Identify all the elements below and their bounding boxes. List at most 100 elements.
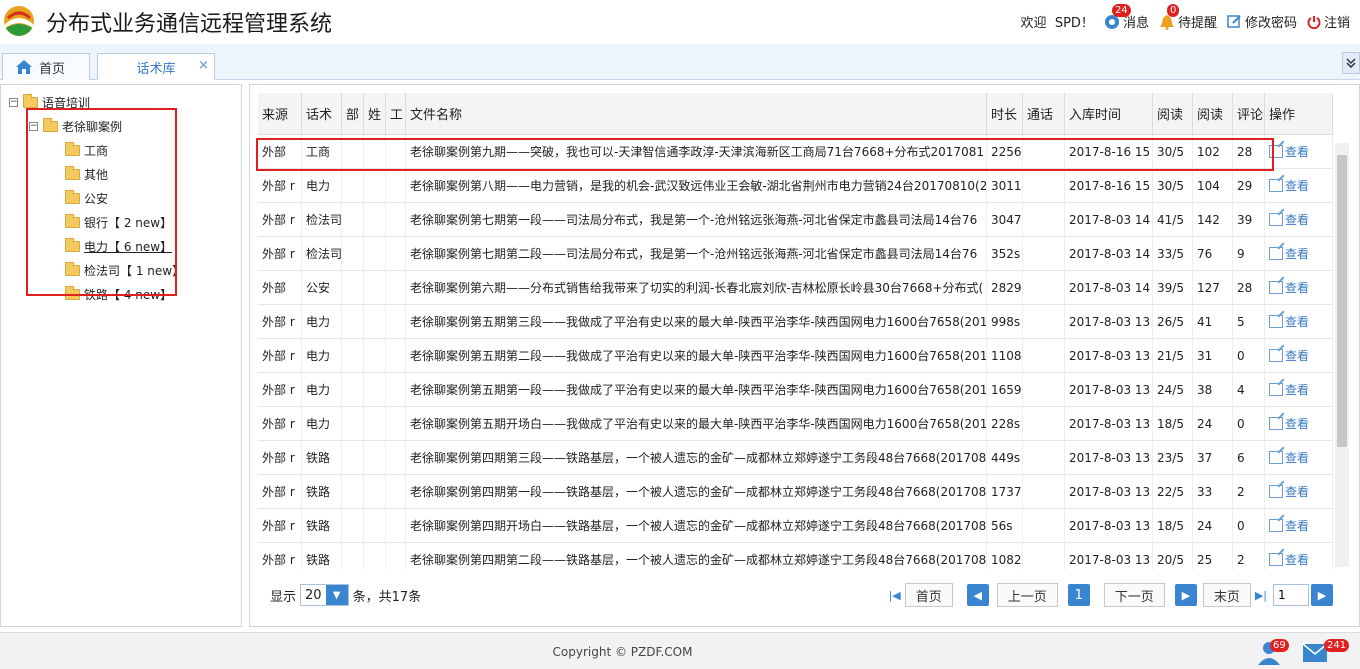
view-button[interactable]: 查看 bbox=[1269, 415, 1309, 432]
view-button[interactable]: 查看 bbox=[1269, 211, 1309, 228]
cell-date: 2017-8-03 13 bbox=[1065, 305, 1153, 338]
column-header[interactable]: 工 bbox=[386, 93, 406, 134]
cell-file: 老徐聊案例第五期第一段——我做成了平治有史以来的最大单-陕西平治李华-陕西国网电… bbox=[406, 373, 987, 406]
view-button[interactable]: 查看 bbox=[1269, 177, 1309, 194]
cell-dur: 56s bbox=[987, 509, 1023, 542]
view-button[interactable]: 查看 bbox=[1269, 245, 1309, 262]
cell-rc: 76 bbox=[1193, 237, 1233, 270]
column-header[interactable]: 时长 bbox=[987, 93, 1023, 134]
tab-home[interactable]: 首页 bbox=[2, 53, 90, 80]
prev-page-button[interactable]: 上一页 bbox=[996, 583, 1058, 607]
cell-read: 21/5 bbox=[1153, 339, 1193, 372]
cell-read: 39/5 bbox=[1153, 271, 1193, 304]
view-button[interactable]: 查看 bbox=[1269, 279, 1309, 296]
view-label: 查看 bbox=[1285, 315, 1310, 329]
column-header[interactable]: 部 bbox=[342, 93, 364, 134]
table-row[interactable]: 外部 r 铁路 老徐聊案例第四期开场白——铁路基层，一个被人遗忘的金矿—成都林立郑婷… bbox=[258, 509, 1333, 543]
table-row[interactable]: 外部 r 检法司 老徐聊案例第七期第一段——司法局分布式，我是第一个-沧州铭远张海燕… bbox=[258, 203, 1333, 237]
column-header[interactable]: 话术 bbox=[302, 93, 342, 134]
view-button[interactable]: 查看 bbox=[1269, 381, 1309, 398]
table-row[interactable]: 外部 r 电力 老徐聊案例第五期第一段——我做成了平治有史以来的最大单-陕西平治李华… bbox=[258, 373, 1333, 407]
column-header[interactable]: 姓 bbox=[364, 93, 386, 134]
table-row[interactable]: 外部 r 电力 老徐聊案例第五期开场白——我做成了平治有史以来的最大单-陕西平治李华… bbox=[258, 407, 1333, 441]
column-header[interactable]: 阅读 bbox=[1193, 93, 1233, 134]
cell-rc: 24 bbox=[1193, 407, 1233, 440]
cell-cm: 2 bbox=[1233, 543, 1265, 570]
view-button[interactable]: 查看 bbox=[1269, 347, 1309, 364]
column-header[interactable]: 通话 bbox=[1023, 93, 1065, 134]
column-header[interactable]: 评论 bbox=[1233, 93, 1265, 134]
prev-page-icon[interactable]: ◀ bbox=[966, 584, 989, 606]
cell-date: 2017-8-03 13 bbox=[1065, 441, 1153, 474]
first-page-button[interactable]: 首页 bbox=[904, 583, 953, 607]
cell-date: 2017-8-03 13 bbox=[1065, 543, 1153, 570]
go-page-icon[interactable]: ▶ bbox=[1311, 584, 1333, 606]
view-button[interactable]: 查看 bbox=[1269, 483, 1309, 500]
cell-date: 2017-8-03 13 bbox=[1065, 475, 1153, 508]
collapse-icon[interactable]: − bbox=[9, 97, 18, 107]
view-button[interactable]: 查看 bbox=[1269, 143, 1309, 160]
cell-rc: 25 bbox=[1193, 543, 1233, 570]
cell-empty bbox=[386, 543, 406, 570]
table-row[interactable]: 外部 r 电力 老徐聊案例第五期第二段——我做成了平治有史以来的最大单-陕西平治李华… bbox=[258, 339, 1333, 373]
page-size-select[interactable]: 20 ▼ bbox=[300, 584, 349, 606]
next-page-icon[interactable]: ▶ bbox=[1174, 584, 1197, 606]
table-row[interactable]: 外部 r 铁路 老徐聊案例第四期第三段——铁路基层，一个被人遗忘的金矿—成都林立郑婷… bbox=[258, 441, 1333, 475]
view-button[interactable]: 查看 bbox=[1269, 551, 1309, 568]
cell-rc: 142 bbox=[1193, 203, 1233, 236]
home-icon bbox=[16, 60, 32, 74]
reminders-link[interactable]: 0 待提醒 bbox=[1159, 4, 1217, 31]
cell-date: 2017-8-03 13 bbox=[1065, 373, 1153, 406]
change-password-link[interactable]: 修改密码 bbox=[1227, 12, 1297, 31]
cell-file: 老徐聊案例第五期开场白——我做成了平治有史以来的最大单-陕西平治李华-陕西国网电… bbox=[406, 407, 987, 440]
vertical-scrollbar[interactable] bbox=[1335, 143, 1349, 567]
cell-cm: 0 bbox=[1233, 407, 1265, 440]
collapse-button[interactable] bbox=[1342, 52, 1360, 74]
cell-cm: 0 bbox=[1233, 509, 1265, 542]
cell-cm: 39 bbox=[1233, 203, 1265, 236]
cell-cm: 4 bbox=[1233, 373, 1265, 406]
table-row[interactable]: 外部 r 电力 老徐聊案例第五期第三段——我做成了平治有史以来的最大单-陕西平治李华… bbox=[258, 305, 1333, 339]
cell-src: 外部 r bbox=[258, 339, 302, 372]
cell-empty bbox=[386, 475, 406, 508]
cell-cat: 铁路 bbox=[302, 543, 342, 570]
cell-empty bbox=[1023, 237, 1065, 270]
copyright-text: Copyright © PZDF.COM bbox=[552, 645, 693, 659]
cell-empty bbox=[386, 237, 406, 270]
next-page-button[interactable]: 下一页 bbox=[1103, 583, 1165, 607]
table-row[interactable]: 外部 r 铁路 老徐聊案例第四期第一段——铁路基层，一个被人遗忘的金矿—成都林立郑婷… bbox=[258, 475, 1333, 509]
view-button[interactable]: 查看 bbox=[1269, 313, 1309, 330]
page-size-label: 显示 bbox=[270, 589, 297, 605]
goto-page-input[interactable] bbox=[1273, 584, 1309, 606]
last-page-icon[interactable]: ▶| bbox=[1255, 589, 1267, 602]
view-button[interactable]: 查看 bbox=[1269, 517, 1309, 534]
table-row[interactable]: 外部 r 铁路 老徐聊案例第四期第二段——铁路基层，一个被人遗忘的金矿—成都林立郑婷… bbox=[258, 543, 1333, 570]
cell-cat: 电力 bbox=[302, 305, 342, 338]
column-header[interactable]: 入库时间 bbox=[1065, 93, 1153, 134]
table-row[interactable]: 外部 公安 老徐聊案例第六期——分布式销售给我带来了切实的利润-长春北宸刘欣-吉林松… bbox=[258, 271, 1333, 305]
cell-dur: 1659 bbox=[987, 373, 1023, 406]
cell-empty bbox=[386, 339, 406, 372]
column-header[interactable]: 文件名称 bbox=[406, 93, 987, 134]
cell-empty bbox=[364, 373, 386, 406]
view-button[interactable]: 查看 bbox=[1269, 449, 1309, 466]
view-label: 查看 bbox=[1285, 247, 1310, 261]
cell-date: 2017-8-03 14 bbox=[1065, 271, 1153, 304]
cell-empty bbox=[364, 475, 386, 508]
cell-cm: 5 bbox=[1233, 305, 1265, 338]
column-header[interactable]: 来源 bbox=[258, 93, 302, 134]
logout-link[interactable]: 注销 bbox=[1307, 12, 1350, 31]
table-row[interactable]: 外部 r 检法司 老徐聊案例第七期第二段——司法局分布式，我是第一个-沧州铭远张海燕… bbox=[258, 237, 1333, 271]
tab-script-library[interactable]: 话术库 × bbox=[97, 53, 215, 80]
edit-icon bbox=[1269, 247, 1283, 260]
messages-link[interactable]: 24 消息 bbox=[1104, 4, 1149, 31]
last-page-button[interactable]: 末页 bbox=[1202, 583, 1251, 607]
view-label: 查看 bbox=[1285, 213, 1310, 227]
current-page[interactable]: 1 bbox=[1067, 584, 1090, 606]
table-row[interactable]: 外部 r 电力 老徐聊案例第八期——电力营销，是我的机会-武汉致远伟业王会敏-湖北省… bbox=[258, 169, 1333, 203]
scrollbar-thumb[interactable] bbox=[1337, 155, 1347, 447]
cell-src: 外部 r bbox=[258, 407, 302, 440]
close-icon[interactable]: × bbox=[198, 58, 209, 73]
first-page-icon[interactable]: |◀ bbox=[889, 589, 901, 602]
column-header[interactable]: 阅读 bbox=[1153, 93, 1193, 134]
